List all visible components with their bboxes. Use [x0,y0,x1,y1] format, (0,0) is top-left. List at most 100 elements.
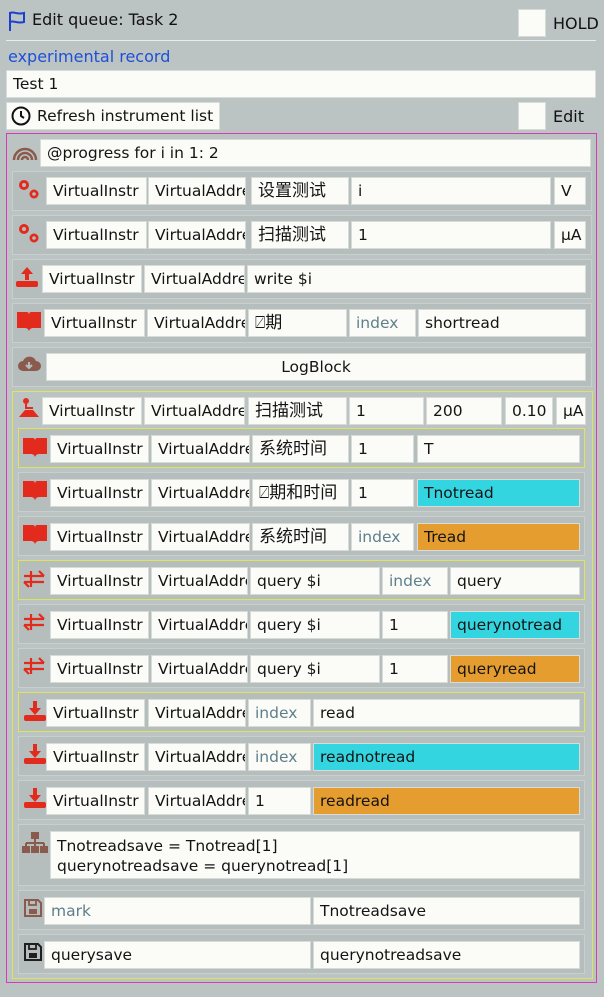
quantity-field[interactable]: 系统时间 [252,523,349,551]
address-field[interactable]: VirtualAddre [147,309,246,337]
instrument-field[interactable]: VirtualInstr [46,743,145,771]
instrument-field[interactable]: VirtualInstr [50,435,149,463]
download-icon [22,741,48,767]
target-variable-field[interactable]: shortread [418,309,586,337]
book-icon [22,477,48,503]
arrows-swap-icon [22,609,48,635]
target-variable-field[interactable]: Tnotread [417,479,580,507]
hold-checkbox[interactable] [518,9,546,37]
index-field[interactable]: 1 [382,611,448,639]
target-variable-field[interactable]: T [417,435,580,463]
refresh-instruments-button[interactable]: Refresh instrument list [6,102,220,130]
address-field[interactable]: VirtualAddre [151,435,250,463]
hold-label: HOLD [553,14,599,33]
book-icon [22,434,48,460]
instrument-field[interactable]: VirtualInstr [50,479,149,507]
compute-expression-field[interactable]: Tnotreadsave = Tnotread[1] querynotreads… [50,831,580,879]
query-command-field[interactable]: query $i [250,655,380,683]
download-icon [22,785,48,811]
save-name-field[interactable]: querysave [44,941,311,969]
page-title: Edit queue: Task 2 [32,10,179,29]
hierarchy-icon [22,830,48,856]
sweep-icon [16,396,42,422]
instrument-field[interactable]: VirtualInstr [50,567,149,595]
target-variable-field[interactable]: Tread [417,523,580,551]
compute-line-1: Tnotreadsave = Tnotread[1] [57,837,278,855]
target-variable-field[interactable]: query [450,567,580,595]
target-variable-field[interactable]: queryread [450,655,580,683]
clock-icon [8,103,34,129]
sweep-step-field[interactable]: 0.10 [505,397,553,425]
quantity-field[interactable]: 扫描测试 [248,397,347,425]
save-value-field[interactable]: querynotreadsave [313,941,580,969]
log-block-button[interactable]: LogBlock [46,353,586,381]
book-icon [22,521,48,547]
address-field[interactable]: VirtualAddre [151,655,248,683]
instrument-field[interactable]: VirtualInstr [44,309,145,337]
edit-checkbox[interactable] [518,102,546,130]
address-field[interactable]: VirtualAddre [148,787,246,815]
unit-field[interactable]: V [554,177,586,205]
target-variable-field[interactable]: querynotread [450,611,580,639]
sweep-start-field[interactable]: 1 [349,397,424,425]
index-field[interactable]: index [351,523,414,551]
instrument-field[interactable]: VirtualInstr [46,221,147,249]
book-icon [16,308,42,334]
address-field[interactable]: VirtualAddre [148,699,246,727]
address-field[interactable]: VirtualAddre [148,177,246,205]
index-field[interactable]: index [248,743,311,771]
index-field[interactable]: index [382,567,448,595]
edit-label: Edit [553,107,584,126]
progress-rainbow-icon [12,138,38,164]
save-value-field[interactable]: Tnotreadsave [313,897,580,925]
index-field[interactable]: 1 [351,479,414,507]
quantity-field[interactable]: 扫描测试 [251,221,349,249]
index-field[interactable]: index [248,699,311,727]
address-field[interactable]: VirtualAddre [151,479,250,507]
instrument-field[interactable]: VirtualInstr [50,611,149,639]
quantity-field[interactable]: ⍁期 [248,309,347,337]
instrument-field[interactable]: VirtualInstr [42,265,142,293]
address-field[interactable]: VirtualAddre [151,523,250,551]
arrows-swap-icon [22,653,48,679]
instrument-field[interactable]: VirtualInstr [50,523,149,551]
index-field[interactable]: index [349,309,416,337]
write-command-field[interactable]: write $i [247,265,586,293]
value-field[interactable]: i [351,177,551,205]
download-icon [22,698,48,724]
target-variable-field[interactable]: readread [313,787,580,815]
arrows-swap-icon [22,566,48,592]
value-field[interactable]: 1 [351,221,551,249]
floppy-icon [20,939,46,965]
sweep-stop-field[interactable]: 200 [426,397,502,425]
flag-icon [4,8,30,34]
progress-expression[interactable]: @progress for i in 1: 2 [40,139,591,167]
address-field[interactable]: VirtualAddre [151,567,248,595]
record-name-input[interactable]: Test 1 [6,70,596,98]
index-field[interactable]: 1 [382,655,448,683]
address-field[interactable]: VirtualAddre [144,397,245,425]
address-field[interactable]: VirtualAddre [148,743,246,771]
query-command-field[interactable]: query $i [250,567,380,595]
instrument-field[interactable]: VirtualInstr [46,177,147,205]
instrument-field[interactable]: VirtualInstr [50,655,149,683]
instrument-field[interactable]: VirtualInstr [42,397,142,425]
instrument-field[interactable]: VirtualInstr [46,787,145,815]
address-field[interactable]: VirtualAddre [144,265,245,293]
quantity-field[interactable]: 系统时间 [252,435,349,463]
instrument-field[interactable]: VirtualInstr [46,699,145,727]
quantity-field[interactable]: 设置测试 [251,177,349,205]
unit-field[interactable]: μA [554,221,586,249]
target-variable-field[interactable]: read [313,699,580,727]
query-command-field[interactable]: query $i [250,611,380,639]
record-label: experimental record [8,47,171,66]
target-variable-field[interactable]: readnotread [313,743,580,771]
index-field[interactable]: 1 [351,435,414,463]
unit-field[interactable]: μA [556,397,586,425]
save-name-field[interactable]: mark [44,897,311,925]
gears-icon [16,220,42,246]
index-field[interactable]: 1 [248,787,311,815]
address-field[interactable]: VirtualAddre [151,611,248,639]
address-field[interactable]: VirtualAddre [148,221,246,249]
quantity-field[interactable]: ⍁期和时间 [252,479,349,507]
